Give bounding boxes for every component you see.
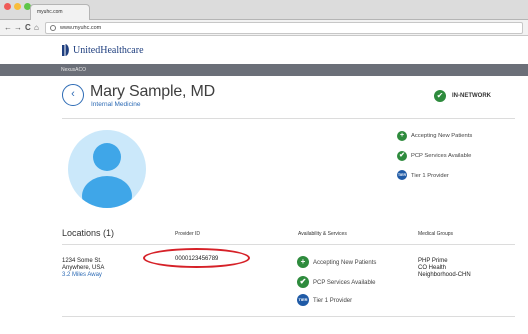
back-arrow-icon[interactable]: ← [4, 22, 12, 34]
plus-icon: + [297, 256, 309, 268]
back-chevron-icon[interactable]: ‹ [62, 84, 84, 106]
availability-pcp-services: PCP Services Available [313, 280, 376, 286]
avatar-head-shape [93, 143, 121, 171]
distance-link[interactable]: 3.2 Miles Away [62, 272, 102, 278]
minimize-window-button[interactable] [14, 3, 21, 10]
reload-icon[interactable]: C [25, 22, 31, 34]
column-header-provider-id: Provider ID [175, 231, 201, 237]
check-icon: ✔ [434, 90, 446, 102]
column-header-medical-groups: Medical Groups [418, 231, 454, 237]
plus-icon: + [397, 131, 407, 141]
divider [62, 316, 515, 317]
unitedhealthcare-logo-icon [62, 44, 69, 56]
highlight-oval [143, 248, 250, 268]
network-status-label: IN-NETWORK [452, 93, 491, 99]
divider [62, 244, 515, 245]
check-icon: ✔ [297, 276, 309, 288]
browser-tab-bar: myuhc.com [0, 0, 528, 20]
brand-logo-text[interactable]: UnitedHealthcare [73, 45, 144, 56]
check-icon: ✔ [397, 151, 407, 161]
medical-group-line: CO Health [418, 265, 447, 271]
home-icon[interactable]: ⌂ [34, 22, 39, 34]
address-bar[interactable]: www.myuhc.com [45, 22, 523, 34]
address-line-1: 1234 Some St. [62, 258, 102, 264]
feature-accepting-new-patients: Accepting New Patients [411, 133, 473, 139]
avatar-body-shape [82, 176, 132, 208]
medical-group-line: Neighborhood-CHN [418, 272, 471, 278]
feature-pcp-services: PCP Services Available [411, 153, 472, 159]
avatar [68, 130, 146, 208]
provider-specialty: Internal Medicine [91, 101, 141, 108]
window-controls [4, 3, 31, 10]
network-label: NexusACO [61, 67, 87, 73]
tier-1-icon: TIER 1 [297, 294, 309, 314]
forward-arrow-icon[interactable]: → [14, 22, 22, 34]
column-header-availability: Availability & Services [298, 231, 347, 237]
page-info-icon[interactable] [50, 25, 56, 31]
url-text: www.myuhc.com [60, 25, 102, 31]
tier-1-icon: TIER 1 [397, 170, 407, 187]
availability-tier-1-provider: Tier 1 Provider [313, 298, 353, 304]
browser-toolbar: ← → C ⌂ www.myuhc.com [0, 20, 528, 36]
browser-tab[interactable]: myuhc.com [30, 4, 90, 20]
medical-group-line: PHP Prime [418, 258, 448, 264]
availability-accepting-new-patients: Accepting New Patients [313, 260, 377, 266]
divider [62, 118, 515, 119]
provider-name: Mary Sample, MD [90, 83, 216, 100]
close-window-button[interactable] [4, 3, 11, 10]
feature-tier-1-provider: Tier 1 Provider [411, 173, 449, 179]
locations-title: Locations (1) [62, 228, 115, 238]
address-line-2: Anywhere, USA [62, 265, 105, 271]
